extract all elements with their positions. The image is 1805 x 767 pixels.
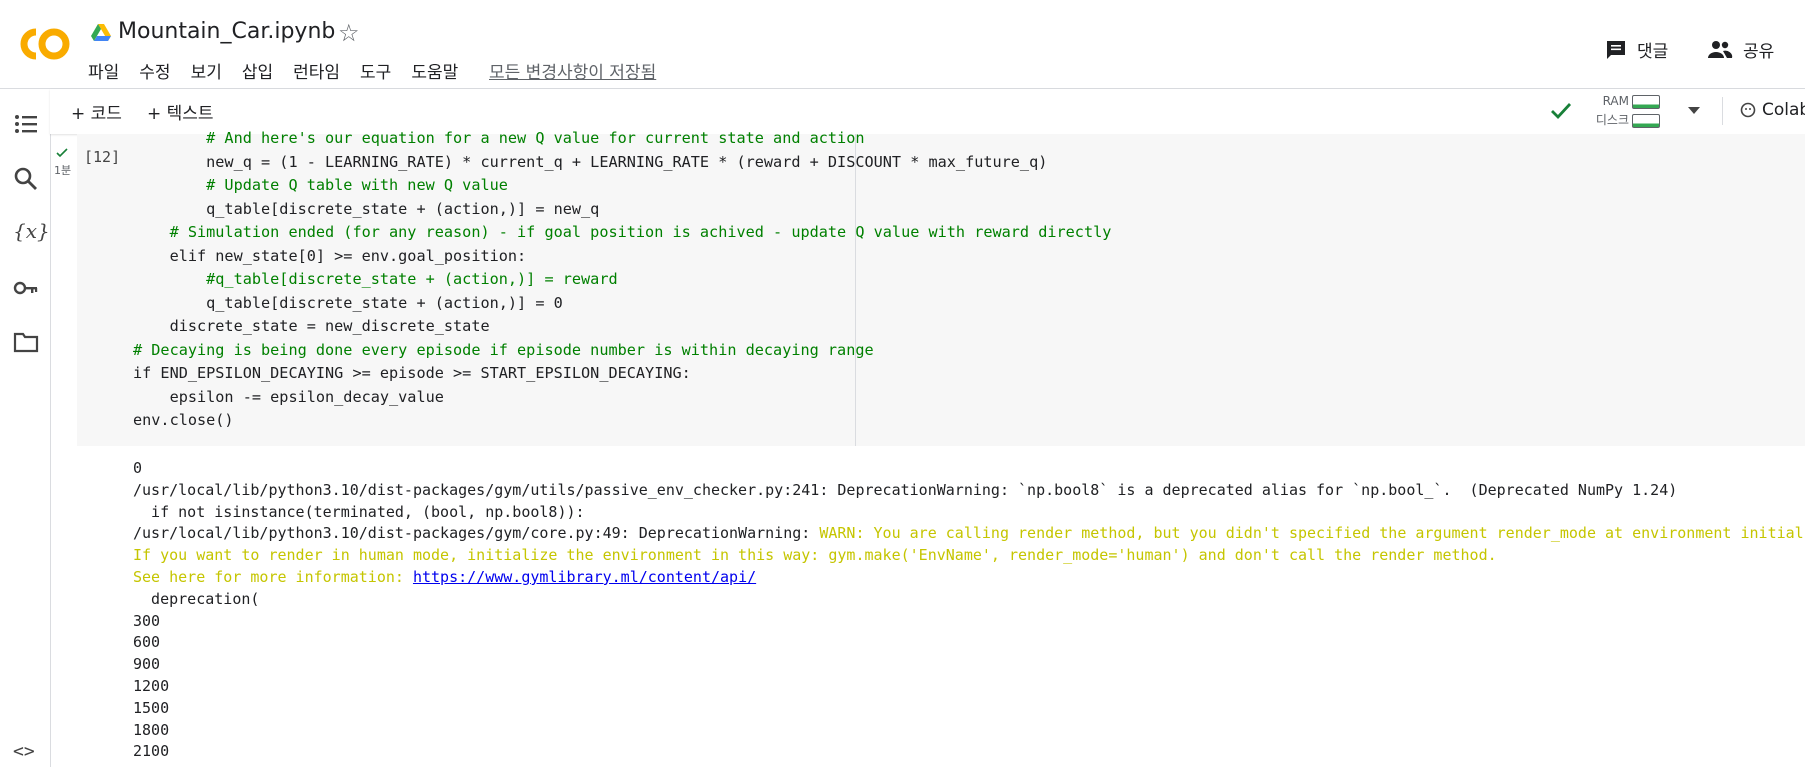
code-text: new_q = (1 - LEARNING_RATE) * current_q …: [133, 152, 1048, 171]
run-success-check-icon: [56, 148, 68, 158]
code-comment: # Update Q table with new Q value: [133, 176, 508, 194]
menu-bar: 파일 수정 보기 삽입 런타임 도구 도움말: [88, 58, 458, 83]
output-line: 300: [133, 611, 161, 630]
google-drive-icon: [91, 24, 111, 41]
code-line: # Update Q table with new Q value: [133, 174, 1111, 198]
disk-bar: [1632, 113, 1660, 128]
output-line: deprecation(: [133, 589, 260, 608]
code-text: discrete_state = new_discrete_state: [133, 317, 490, 335]
output-text: /usr/local/lib/python3.10/dist-packages/…: [133, 524, 820, 543]
code-line: elif new_state[0] >= env.goal_position:: [133, 245, 1111, 269]
code-line: # Simulation ended (for any reason) - if…: [133, 221, 1112, 245]
menu-help[interactable]: 도움말: [411, 58, 458, 83]
key-icon[interactable]: [13, 275, 39, 301]
code-line: epsilon -= epsilon_decay_value: [133, 386, 1111, 410]
code-comment: # Decaying is being done every episode i…: [133, 340, 874, 359]
code-text: env.close(): [133, 411, 234, 429]
header: Mountain_Car.ipynb ☆ 파일 수정 보기 삽입 런타임 도구 …: [0, 0, 1805, 89]
ram-label: RAM: [1602, 94, 1629, 108]
add-text-button[interactable]: + 텍스트: [147, 99, 214, 124]
share-label: 공유: [1743, 42, 1775, 62]
code-line: q_table[discrete_state + (action,)] = ne…: [133, 198, 1111, 222]
disk-label: 디스크: [1595, 113, 1629, 127]
warning-text: See here for more information:: [133, 567, 413, 586]
code-editor[interactable]: # And here's our equation for a new Q va…: [133, 127, 1111, 433]
connected-check-icon[interactable]: [1550, 101, 1572, 121]
cell-output: 0/usr/local/lib/python3.10/dist-packages…: [133, 458, 1805, 763]
exec-time: 1분: [54, 164, 72, 177]
share-button[interactable]: 공유: [1707, 37, 1774, 62]
variables-icon[interactable]: {x}: [13, 219, 50, 245]
output-line: 600: [133, 633, 161, 652]
output-line: /usr/local/lib/python3.10/dist-packages/…: [133, 523, 1805, 545]
notebook-title[interactable]: Mountain_Car.ipynb: [118, 19, 335, 44]
code-line: if END_EPSILON_DECAYING >= episode >= ST…: [133, 362, 1111, 386]
comment-label: 댓글: [1637, 42, 1669, 62]
menu-edit[interactable]: 수정: [139, 58, 170, 83]
output-line: See here for more information: https://w…: [133, 567, 1805, 589]
code-text: q_table[discrete_state + (action,)] = 0: [133, 293, 563, 312]
code-text: if END_EPSILON_DECAYING >= episode >= ST…: [133, 364, 691, 382]
save-status-link[interactable]: 모든 변경사항이 저장됨: [489, 58, 656, 83]
warning-line: If you want to render in human mode, ini…: [133, 546, 1497, 565]
code-line: # And here's our equation for a new Q va…: [133, 127, 1111, 151]
code-line: new_q = (1 - LEARNING_RATE) * current_q …: [133, 151, 1111, 175]
menu-runtime[interactable]: 런타임: [293, 58, 340, 83]
search-icon[interactable]: [13, 166, 39, 192]
code-comment: # Simulation ended (for any reason) - if…: [133, 223, 1112, 241]
output-line: /usr/local/lib/python3.10/dist-packages/…: [133, 480, 1678, 499]
menu-tools[interactable]: 도구: [360, 58, 391, 83]
colab-logo[interactable]: [16, 24, 74, 64]
menu-file[interactable]: 파일: [88, 58, 119, 83]
output-line: 1800: [133, 720, 170, 739]
code-line: #q_table[discrete_state + (action,)] = r…: [133, 268, 1111, 292]
star-icon[interactable]: ☆: [338, 19, 360, 47]
execution-count[interactable]: [12]: [84, 148, 120, 166]
left-sidebar: {x} <>: [0, 89, 51, 767]
warning-text: WARN: You are calling render method, but…: [819, 524, 1805, 543]
output-line: 2100: [133, 742, 170, 761]
menu-insert[interactable]: 삽입: [242, 58, 273, 83]
output-line: 900: [133, 655, 161, 674]
output-line: 1500: [133, 698, 170, 717]
gym-docs-link[interactable]: https://www.gymlibrary.ml/content/api/: [413, 568, 756, 586]
code-snippets-icon[interactable]: <>: [13, 741, 39, 767]
code-line: # Decaying is being done every episode i…: [133, 339, 1111, 363]
add-code-button[interactable]: + 코드: [71, 99, 122, 124]
colab-ai-label: Colab: [1762, 100, 1805, 120]
resource-indicator[interactable]: RAM 디스크: [1592, 92, 1660, 130]
code-text: epsilon -= epsilon_decay_value: [133, 387, 444, 406]
code-line: q_table[discrete_state + (action,)] = 0: [133, 292, 1111, 316]
code-text: elif new_state[0] >= env.goal_position:: [133, 246, 527, 265]
chevron-down-icon[interactable]: [1687, 106, 1701, 116]
table-of-contents-icon[interactable]: [13, 111, 39, 137]
output-line: if not isinstance(terminated, (bool, np.…: [133, 502, 585, 521]
code-comment: # And here's our equation for a new Q va…: [133, 129, 865, 147]
output-line: 1200: [133, 676, 170, 695]
code-comment: #q_table[discrete_state + (action,)] = r…: [133, 270, 618, 288]
menu-view[interactable]: 보기: [191, 58, 222, 83]
colab-ai-icon: [1740, 102, 1756, 118]
output-line: 0: [133, 459, 143, 477]
code-line: env.close(): [133, 409, 1111, 433]
folder-icon[interactable]: [13, 329, 39, 355]
ram-bar: [1632, 94, 1660, 109]
comment-icon: [1607, 40, 1625, 59]
toolbar-divider: [1722, 97, 1723, 125]
colab-ai-button[interactable]: Colab: [1740, 100, 1805, 120]
code-line: discrete_state = new_discrete_state: [133, 315, 1111, 339]
comment-button[interactable]: 댓글: [1605, 37, 1668, 62]
code-text: q_table[discrete_state + (action,)] = ne…: [133, 199, 600, 218]
people-icon: [1708, 40, 1733, 58]
